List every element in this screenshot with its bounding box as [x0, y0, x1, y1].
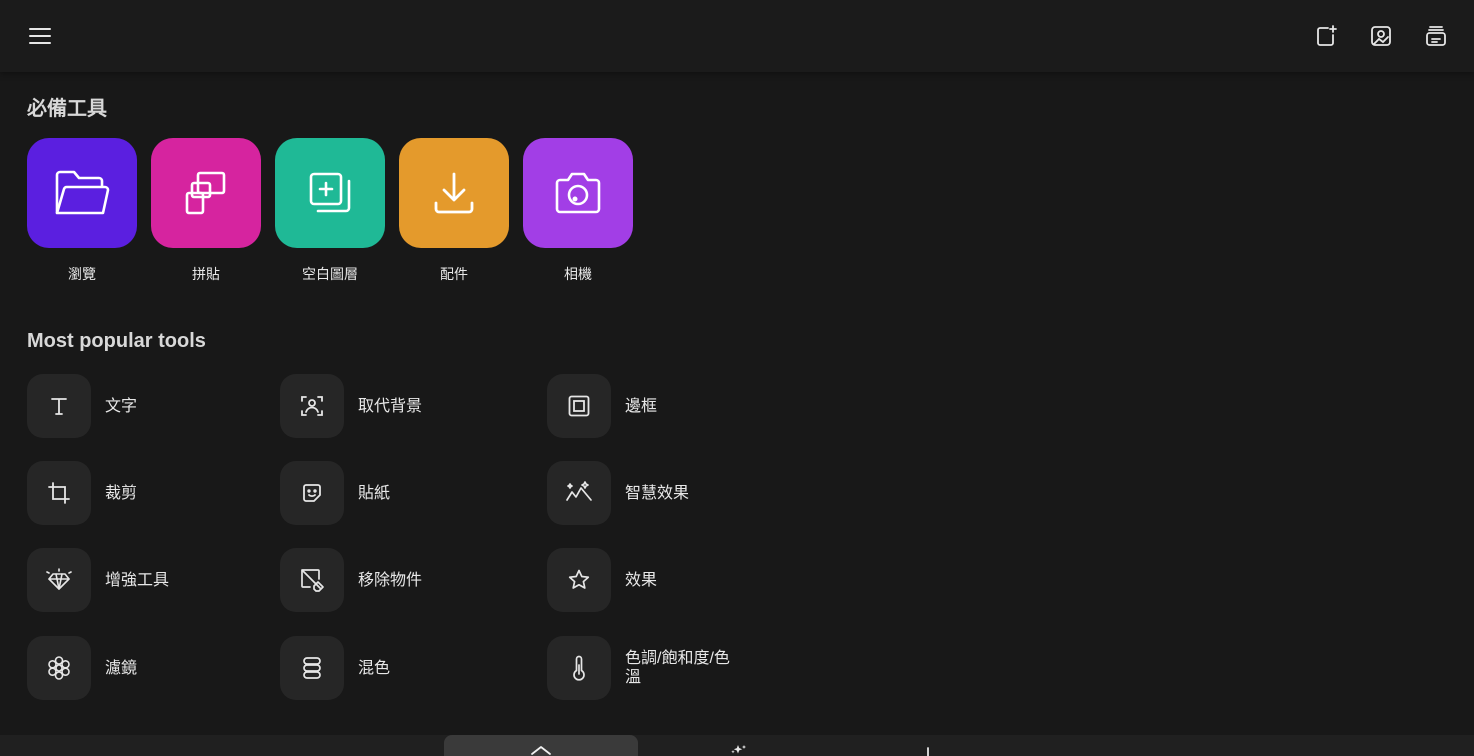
- tile-camera-label: 相機: [564, 266, 592, 282]
- projects-stack-icon: [1426, 26, 1446, 46]
- tile-accessories-label: 配件: [440, 266, 468, 282]
- tool-blend-icon-box[interactable]: [280, 636, 344, 700]
- download-icon: [434, 172, 474, 214]
- tool-replace-background[interactable]: 取代背景: [280, 374, 478, 438]
- tool-filters-icon-box[interactable]: [27, 636, 91, 700]
- tool-filters-label: 濾鏡: [105, 659, 138, 677]
- tool-effects[interactable]: 效果: [547, 548, 745, 612]
- tile-collage-box[interactable]: [151, 138, 261, 248]
- add-icon: [927, 747, 929, 756]
- tool-remove-object-label: 移除物件: [358, 571, 423, 589]
- tile-browse-label: 瀏覽: [68, 266, 96, 282]
- tool-crop-label: 裁剪: [105, 484, 138, 502]
- border-icon: [568, 395, 590, 417]
- tool-blend-label: 混色: [358, 659, 391, 677]
- new-canvas-icon: [1317, 25, 1337, 46]
- tile-blank-layer[interactable]: 空白圖層: [275, 138, 385, 284]
- tool-border-icon-box[interactable]: [547, 374, 611, 438]
- tool-border[interactable]: 邊框: [547, 374, 745, 438]
- tool-text[interactable]: 文字: [27, 374, 225, 438]
- header-actions: [1306, 16, 1456, 56]
- tool-text-icon-box[interactable]: [27, 374, 91, 438]
- tool-enhance[interactable]: 增強工具: [27, 548, 225, 612]
- tool-enhance-label: 增強工具: [105, 571, 170, 589]
- top-bar: [0, 0, 1474, 72]
- app-root: 必備工具 瀏覽 拼貼 空白圖層 配件 相機 Most popular tools…: [0, 0, 1474, 756]
- nav-home[interactable]: [444, 735, 638, 756]
- tile-accessories[interactable]: 配件: [399, 138, 509, 284]
- tool-filters[interactable]: 濾鏡: [27, 636, 225, 700]
- camera-icon: [555, 172, 601, 214]
- tool-blend[interactable]: 混色: [280, 636, 478, 700]
- tool-smart-effects[interactable]: 智慧效果: [547, 461, 745, 525]
- tool-hue-saturation[interactable]: 色調/飽和度/色溫: [547, 636, 745, 700]
- tool-smart-effects-label: 智慧效果: [625, 484, 690, 502]
- essentials-title: 必備工具: [27, 98, 107, 120]
- star-icon: [568, 569, 590, 589]
- tool-sticker[interactable]: 貼紙: [280, 461, 478, 525]
- folder-icon: [55, 170, 110, 215]
- text-icon: [51, 398, 67, 415]
- blank-layer-icon: [309, 172, 351, 213]
- collage-icon: [185, 171, 226, 215]
- tool-remove-object-icon-box[interactable]: [280, 548, 344, 612]
- nav-add[interactable]: [908, 735, 948, 756]
- smart-effects-icon: [566, 481, 592, 501]
- tool-sticker-icon-box[interactable]: [280, 461, 344, 525]
- crop-icon: [48, 482, 70, 504]
- remove-object-icon: [301, 569, 324, 592]
- tile-camera[interactable]: 相機: [523, 138, 633, 284]
- tile-browse[interactable]: 瀏覽: [27, 138, 137, 284]
- tool-crop[interactable]: 裁剪: [27, 461, 225, 525]
- blend-layers-icon: [303, 657, 321, 679]
- home-icon: [531, 746, 551, 755]
- popular-tools-title: Most popular tools: [27, 330, 206, 352]
- tool-remove-object[interactable]: 移除物件: [280, 548, 478, 612]
- tool-border-label: 邊框: [625, 397, 658, 415]
- image-portrait-icon: [1371, 26, 1391, 46]
- thermometer-icon: [573, 655, 585, 681]
- tool-crop-icon-box[interactable]: [27, 461, 91, 525]
- replace-background-icon: [301, 396, 323, 416]
- portrait-button[interactable]: [1361, 16, 1401, 56]
- tool-text-label: 文字: [105, 397, 138, 415]
- tile-collage-label: 拼貼: [192, 266, 220, 282]
- tool-replace-background-label: 取代背景: [358, 397, 423, 415]
- projects-button[interactable]: [1416, 16, 1456, 56]
- tool-hue-saturation-icon-box[interactable]: [547, 636, 611, 700]
- tile-blank-layer-label: 空白圖層: [302, 266, 358, 282]
- bottom-nav: [0, 735, 1474, 756]
- enhance-diamond-icon: [46, 568, 72, 590]
- nav-ai-tools[interactable]: [716, 735, 756, 756]
- new-canvas-button[interactable]: [1306, 16, 1346, 56]
- sparkle-icon: [731, 745, 746, 754]
- tool-effects-label: 效果: [625, 571, 658, 589]
- tool-sticker-label: 貼紙: [358, 484, 391, 502]
- tool-hue-saturation-label: 色調/飽和度/色溫: [625, 650, 730, 686]
- tool-enhance-icon-box[interactable]: [27, 548, 91, 612]
- filter-flower-icon: [48, 656, 70, 680]
- hamburger-menu-icon: [29, 28, 51, 44]
- menu-button[interactable]: [20, 16, 60, 56]
- tool-smart-effects-icon-box[interactable]: [547, 461, 611, 525]
- tile-accessories-box[interactable]: [399, 138, 509, 248]
- tool-effects-icon-box[interactable]: [547, 548, 611, 612]
- tile-blank-layer-box[interactable]: [275, 138, 385, 248]
- sticker-icon: [303, 484, 321, 502]
- tile-camera-box[interactable]: [523, 138, 633, 248]
- tile-collage[interactable]: 拼貼: [151, 138, 261, 284]
- essentials-tiles: 瀏覽 拼貼 空白圖層 配件 相機: [27, 138, 633, 284]
- tool-replace-background-icon-box[interactable]: [280, 374, 344, 438]
- tile-browse-box[interactable]: [27, 138, 137, 248]
